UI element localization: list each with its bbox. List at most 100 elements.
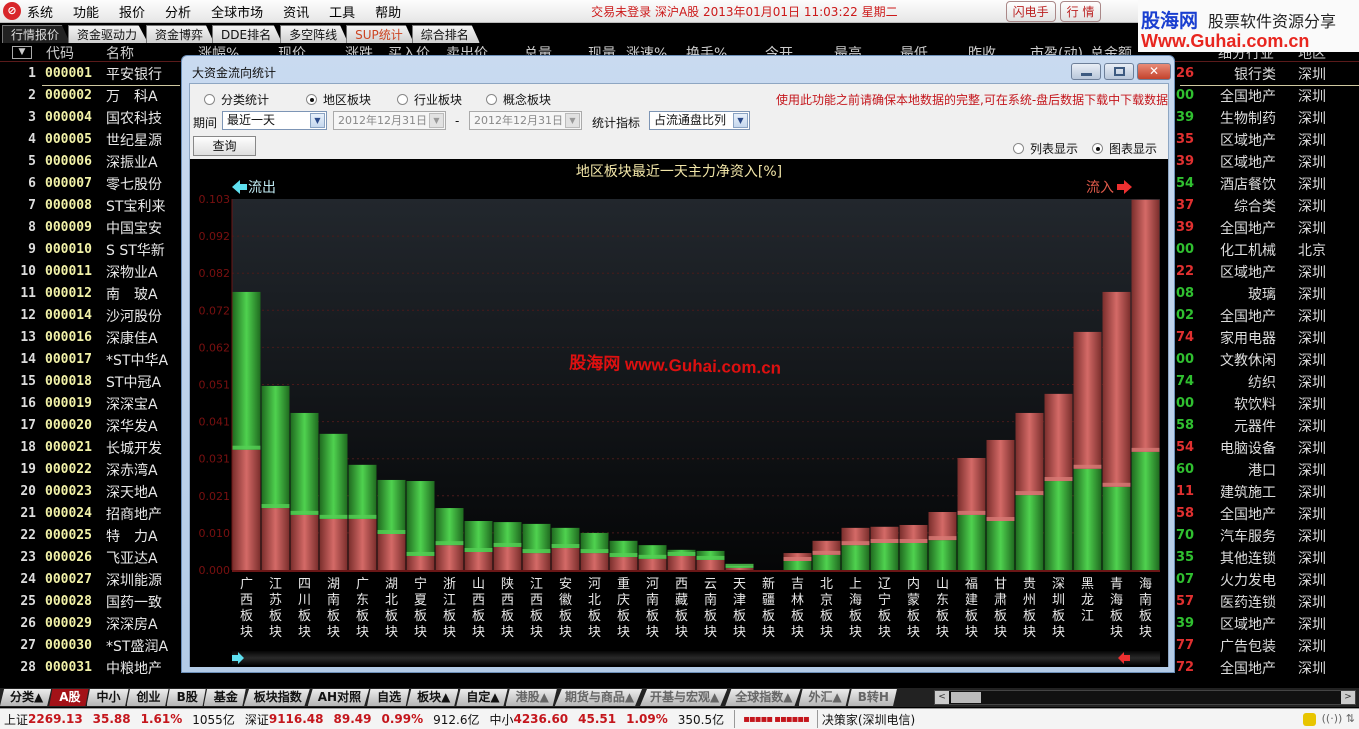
region: 深圳: [1298, 177, 1326, 193]
radio-category-stats[interactable]: 分类统计: [204, 91, 269, 108]
row-index: 20: [20, 484, 36, 499]
menu-function[interactable]: 功能: [73, 2, 99, 21]
menu-quote[interactable]: 报价: [119, 2, 145, 21]
bar-boundary: [899, 538, 928, 543]
close-button[interactable]: ✕: [1137, 63, 1171, 80]
lock-icon[interactable]: [1302, 712, 1316, 726]
scroll-left-icon[interactable]: <: [935, 691, 949, 704]
stock-code: 000031: [45, 660, 92, 675]
market-tab-0[interactable]: 分类▲: [0, 689, 52, 706]
market-tab-16[interactable]: B转H: [847, 689, 897, 706]
zx-pct: 1.09%: [626, 712, 668, 726]
market-tab-14[interactable]: 全球指数▲: [725, 689, 801, 706]
market-tab-10[interactable]: 自定▲: [456, 689, 508, 706]
date-from-picker[interactable]: 2012年12月31日 ▼: [333, 111, 446, 130]
menu-help[interactable]: 帮助: [375, 2, 401, 21]
radio-industry-sector[interactable]: 行业板块: [397, 91, 462, 108]
tab-2[interactable]: 资金博弈: [146, 25, 215, 43]
market-tab-15[interactable]: 外汇▲: [798, 689, 850, 706]
flash-trade-button[interactable]: 闪电手: [1005, 0, 1056, 22]
market-tab-11[interactable]: 港股▲: [505, 689, 557, 706]
stock-name: ST宝利来: [106, 199, 166, 215]
x-tick-label: 河北板块: [588, 577, 601, 640]
x-tick-label: 江苏板块: [269, 577, 282, 640]
market-tab-1[interactable]: A股: [49, 689, 89, 706]
row-index: 4: [28, 132, 36, 147]
tab-5[interactable]: SUP统计: [346, 25, 414, 43]
industry: 全国地产: [1220, 661, 1276, 677]
radio-label: 分类统计: [221, 93, 270, 107]
horizontal-scrollbar[interactable]: < >: [934, 690, 1356, 705]
chevron-down-icon: ▼: [310, 113, 325, 128]
signal-icon[interactable]: ((·)): [1322, 712, 1343, 725]
metric-select[interactable]: 占流通盘比列 ▼: [649, 111, 750, 130]
chevron-down-icon: ▼: [429, 113, 444, 128]
column-header-0[interactable]: 代码: [46, 43, 74, 63]
market-tab-13[interactable]: 开基与宏观▲: [640, 689, 728, 706]
bar-boundary: [667, 551, 696, 556]
menu-global-market[interactable]: 全球市场: [211, 2, 263, 21]
bar-boundary: [1102, 482, 1131, 487]
bar-segment-outflow: [1131, 199, 1160, 452]
market-tab-6[interactable]: 板块指数: [243, 689, 310, 706]
date-to-picker[interactable]: 2012年12月31日 ▼: [469, 111, 582, 130]
menu-tools[interactable]: 工具: [329, 2, 355, 21]
bar-segment-inflow: [899, 542, 928, 570]
industry: 港口: [1248, 463, 1276, 479]
x-tick-label: 新疆板块: [762, 576, 775, 640]
market-tab-12[interactable]: 期货与商品▲: [554, 689, 643, 706]
quote-button[interactable]: 行 情: [1059, 0, 1102, 22]
region: 深圳: [1298, 89, 1326, 105]
tab-6[interactable]: 综合排名: [411, 25, 480, 43]
tab-3[interactable]: DDE排名: [212, 25, 283, 43]
sh-label: 上证: [4, 712, 29, 727]
minimize-button[interactable]: [1071, 63, 1101, 80]
sz-value: 9116.48: [268, 712, 324, 726]
sort-dropdown-icon[interactable]: ▼: [12, 46, 32, 59]
tab-0[interactable]: 行情报价: [2, 25, 71, 43]
market-tab-4[interactable]: B股: [166, 689, 206, 706]
menu-analysis[interactable]: 分析: [165, 2, 191, 21]
industry: 电脑设备: [1220, 441, 1276, 457]
region: 深圳: [1298, 221, 1326, 237]
query-button[interactable]: 查询: [193, 136, 256, 156]
radio-list-view[interactable]: 列表显示: [1013, 140, 1078, 157]
column-header-1[interactable]: 名称: [106, 43, 134, 63]
row-index: 25: [20, 594, 36, 609]
bar-segment-inflow: [522, 523, 551, 554]
industry: 全国地产: [1220, 507, 1276, 523]
market-tab-3[interactable]: 创业: [126, 689, 169, 706]
row-index: 9: [28, 242, 36, 257]
radio-region-sector[interactable]: 地区板块: [306, 91, 371, 108]
arrows-icon[interactable]: ⇅: [1346, 712, 1355, 725]
period-select[interactable]: 最近一天 ▼: [222, 111, 327, 130]
stock-name: 平安银行: [106, 67, 162, 83]
industry: 区域地产: [1220, 265, 1276, 281]
menu-news[interactable]: 资讯: [283, 2, 309, 21]
industry: 文教休闲: [1220, 353, 1276, 369]
tab-1[interactable]: 资金驱动力: [68, 25, 149, 43]
x-tick-label: 青海板块: [1110, 577, 1123, 640]
chevron-down-icon: ▼: [565, 113, 580, 128]
radio-chart-view[interactable]: 图表显示: [1092, 140, 1157, 157]
industry: 广告包装: [1220, 639, 1276, 655]
maximize-button[interactable]: [1104, 63, 1134, 80]
data-warning-text: 使用此功能之前请确保本地数据的完整,可在系统-盘后数据下载中下载数据: [776, 93, 1169, 107]
bar-boundary: [261, 504, 290, 509]
row-index: 7: [28, 198, 36, 213]
row-index: 8: [28, 220, 36, 235]
stock-name: 万 科A: [106, 89, 158, 105]
market-tab-2[interactable]: 中小: [86, 689, 129, 706]
market-tab-8[interactable]: 自选: [367, 689, 410, 706]
market-tab-9[interactable]: 板块▲: [407, 689, 459, 706]
tab-4[interactable]: 多空阵线: [280, 25, 349, 43]
scroll-thumb[interactable]: [951, 692, 981, 703]
scroll-right-icon[interactable]: >: [1341, 691, 1355, 704]
market-tab-7[interactable]: AH对照: [307, 689, 370, 706]
bar-segment-inflow: [841, 545, 870, 570]
radio-concept-sector[interactable]: 概念板块: [486, 91, 551, 108]
menu-system[interactable]: 系统: [27, 2, 53, 21]
stock-name: 深深宝A: [106, 397, 158, 413]
market-tab-5[interactable]: 基金: [203, 689, 246, 706]
row-index: 2: [28, 88, 36, 103]
